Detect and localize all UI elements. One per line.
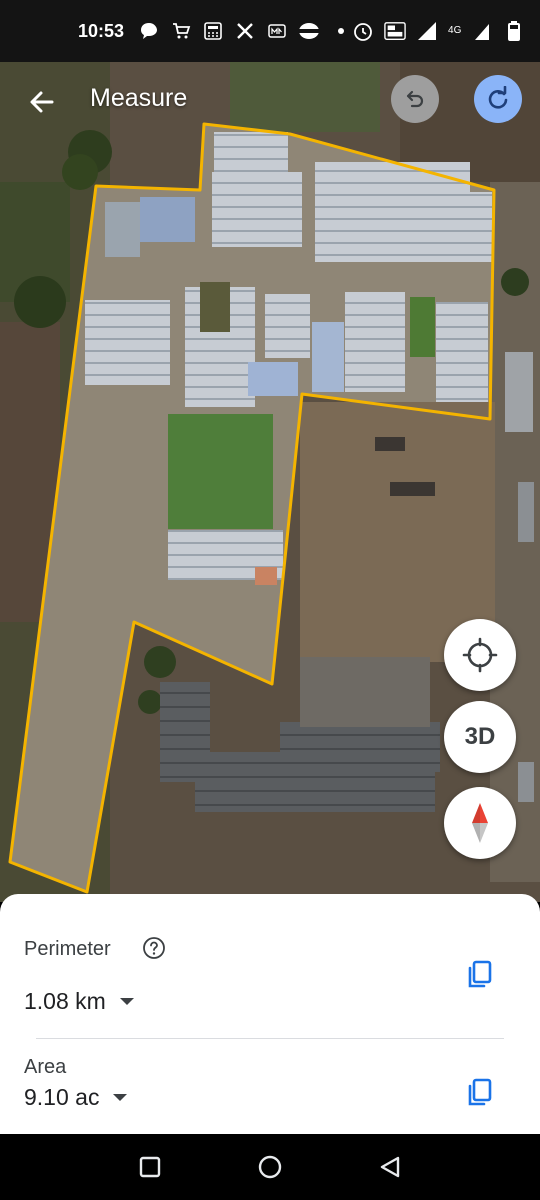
three-d-button[interactable]: 3D bbox=[444, 701, 516, 773]
measurement-sheet: Perimeter 1.08 km Area 9.10 ac bbox=[0, 894, 540, 1134]
cart-icon bbox=[170, 20, 192, 42]
perimeter-label: Perimeter bbox=[24, 938, 111, 960]
compass-icon bbox=[472, 803, 488, 843]
divider bbox=[36, 1038, 504, 1039]
calculator-icon bbox=[202, 20, 224, 42]
back-triangle-icon bbox=[380, 1156, 400, 1178]
battery-icon bbox=[503, 20, 525, 42]
area-value: 9.10 ac bbox=[24, 1084, 100, 1110]
home-icon bbox=[258, 1155, 282, 1179]
copy-icon bbox=[468, 1078, 492, 1106]
help-icon[interactable] bbox=[142, 936, 166, 960]
satellite-map[interactable] bbox=[0, 62, 540, 902]
area-label: Area bbox=[24, 1056, 67, 1078]
copy-icon bbox=[468, 960, 492, 988]
status-time: 10:53 bbox=[78, 20, 125, 41]
notification-icons bbox=[138, 20, 352, 42]
redo-icon bbox=[488, 86, 508, 109]
my-location-icon bbox=[462, 637, 498, 673]
home-button[interactable] bbox=[250, 1147, 290, 1187]
volte-icon bbox=[384, 20, 406, 42]
vpn-icon bbox=[298, 20, 320, 42]
status-bar: 10:53 4G bbox=[0, 0, 540, 62]
copy-perimeter-button[interactable] bbox=[462, 958, 496, 992]
perimeter-selector[interactable]: 1.08 km bbox=[24, 988, 134, 1015]
x-icon bbox=[234, 20, 256, 42]
signal-icon bbox=[416, 20, 438, 42]
undo-button[interactable] bbox=[391, 75, 439, 123]
network-type-label: 4G bbox=[448, 25, 462, 36]
chat-icon bbox=[138, 20, 160, 42]
area-selector[interactable]: 9.10 ac bbox=[24, 1084, 128, 1111]
compass-button[interactable] bbox=[444, 787, 516, 859]
my-location-button[interactable] bbox=[444, 619, 516, 691]
recents-icon bbox=[139, 1156, 161, 1178]
dot-icon bbox=[330, 20, 352, 42]
system-icons: 4G bbox=[352, 20, 525, 42]
signal-icon-secondary bbox=[471, 20, 493, 42]
back-nav-button[interactable] bbox=[370, 1147, 410, 1187]
arrow-back-icon bbox=[30, 91, 54, 113]
top-bar: Measure bbox=[0, 62, 540, 136]
m-icon bbox=[266, 20, 288, 42]
copy-area-button[interactable] bbox=[462, 1076, 496, 1110]
chevron-down-icon bbox=[113, 1094, 128, 1101]
satellite-imagery bbox=[0, 62, 540, 902]
recents-button[interactable] bbox=[130, 1147, 170, 1187]
undo-icon bbox=[406, 90, 424, 108]
perimeter-value: 1.08 km bbox=[24, 988, 106, 1014]
chevron-down-icon bbox=[119, 998, 134, 1005]
redo-button[interactable] bbox=[474, 75, 522, 123]
system-nav-bar bbox=[0, 1134, 540, 1200]
page-title: Measure bbox=[90, 84, 188, 112]
alarm-icon bbox=[352, 20, 374, 42]
back-button[interactable] bbox=[22, 82, 62, 122]
